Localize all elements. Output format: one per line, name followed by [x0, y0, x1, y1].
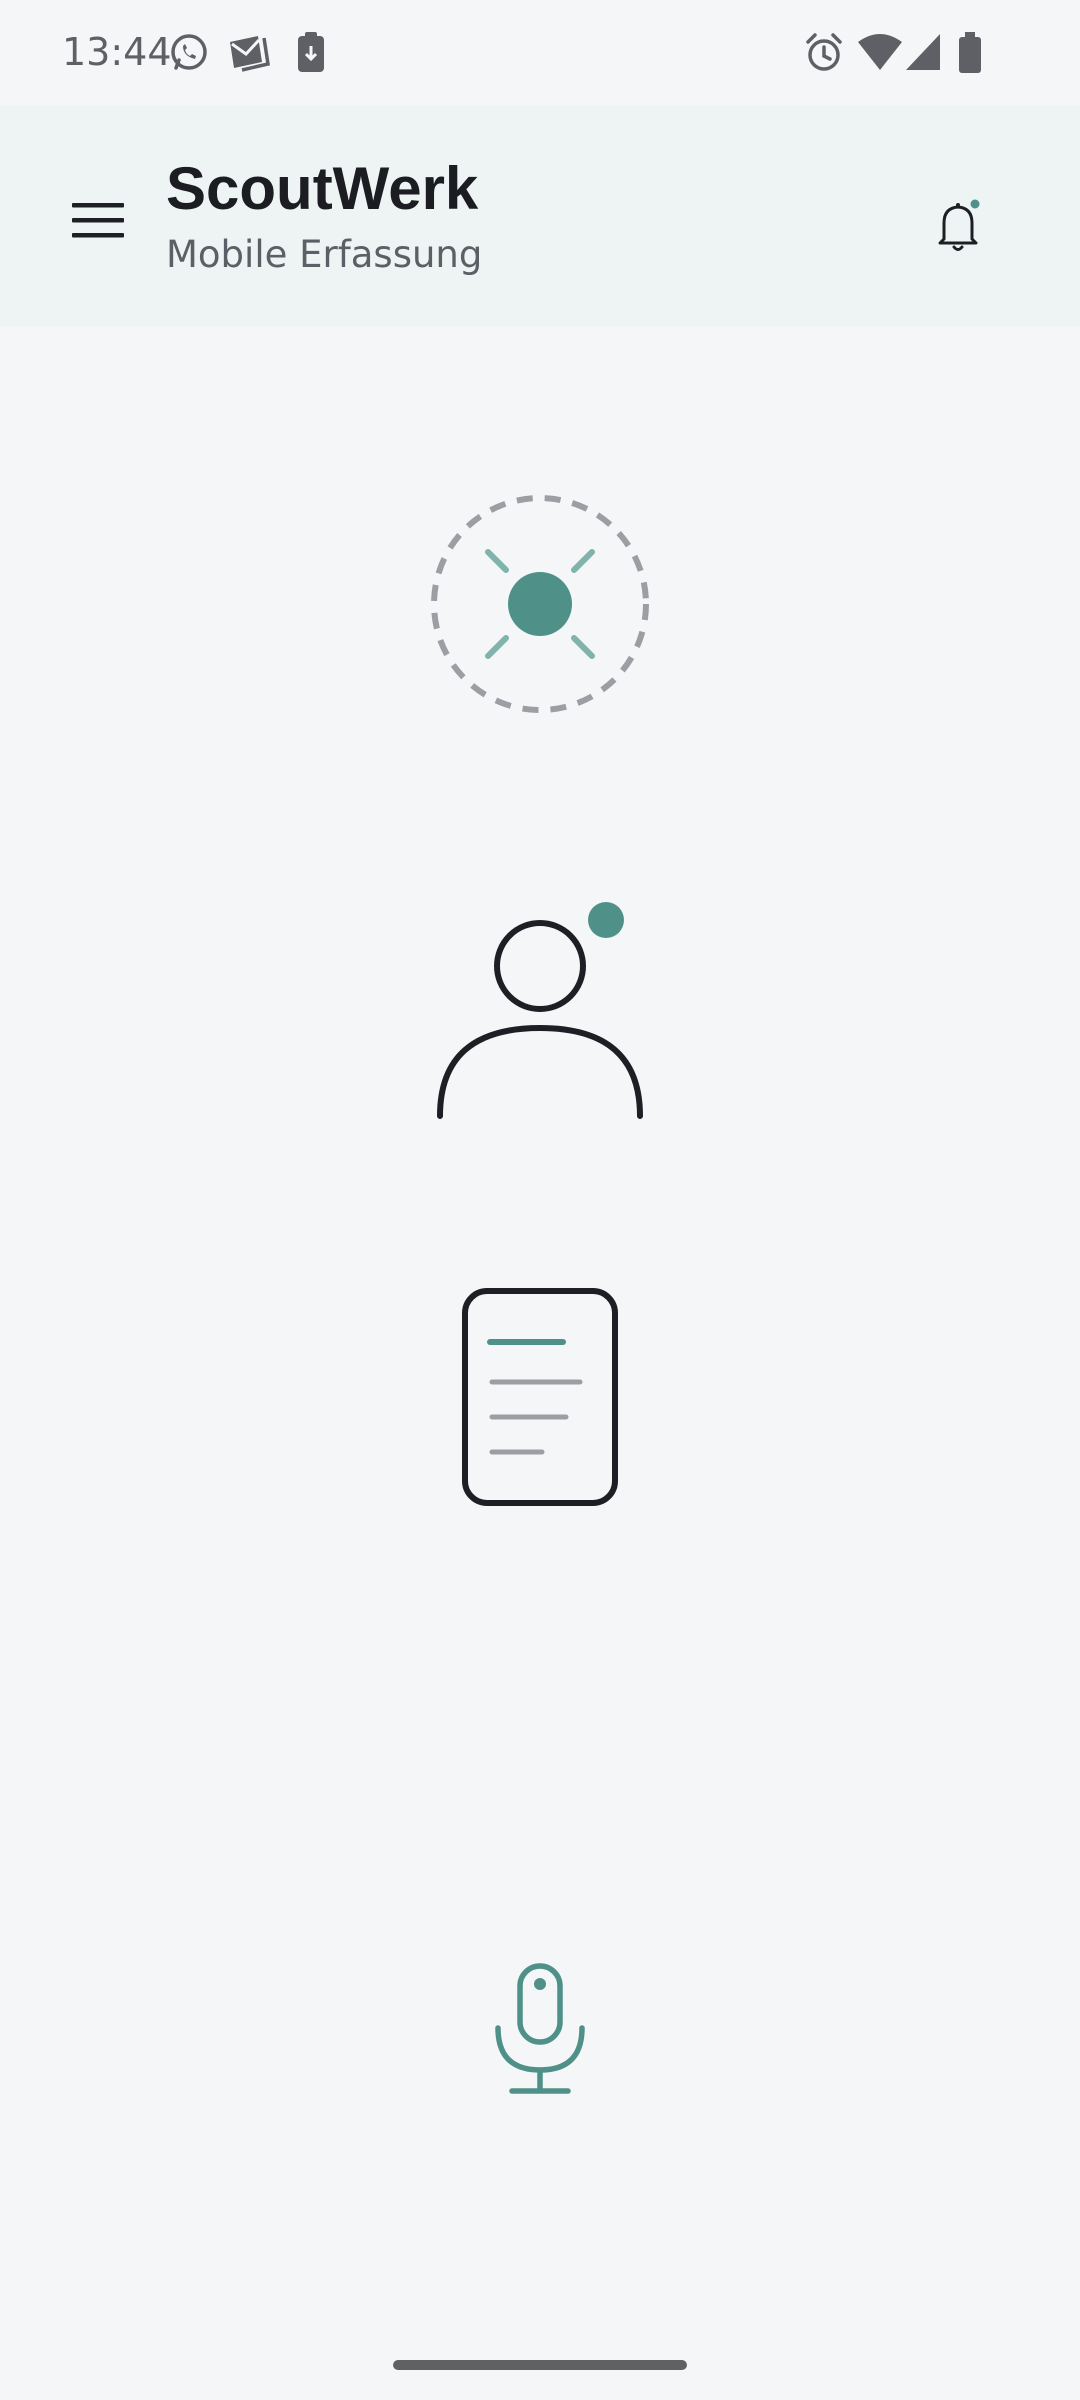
- microphone-icon: [492, 1963, 588, 2100]
- microphone-button[interactable]: [492, 1960, 588, 2101]
- app-title: ScoutWerk: [166, 155, 479, 222]
- signal-icon: [904, 32, 942, 77]
- mail-stack-icon: [228, 32, 272, 79]
- app-subtitle: Mobile Erfassung: [166, 233, 483, 276]
- alarm-icon: [804, 32, 844, 79]
- notifications-button[interactable]: [916, 184, 1004, 272]
- screen: 13:44 ScoutWerk Mobile Erfassung: [0, 0, 1080, 2400]
- clipboard-icon: [296, 32, 326, 79]
- hamburger-menu-icon: [72, 201, 124, 244]
- home-indicator[interactable]: [393, 2360, 687, 2370]
- whatsapp-icon: [168, 32, 210, 79]
- user-profile-icon: [430, 896, 650, 1131]
- status-time: 13:44: [62, 30, 172, 74]
- status-bar: 13:44: [0, 0, 1080, 106]
- notification-dot: [970, 199, 980, 208]
- wifi-icon: [858, 32, 902, 77]
- bell-icon: [937, 199, 983, 258]
- document-icon: [460, 1286, 620, 1515]
- menu-button[interactable]: [52, 176, 144, 268]
- user-status-dot: [588, 902, 624, 938]
- location-target-icon: [430, 494, 650, 719]
- battery-icon: [958, 32, 982, 79]
- app-bar: ScoutWerk Mobile Erfassung: [0, 106, 1080, 326]
